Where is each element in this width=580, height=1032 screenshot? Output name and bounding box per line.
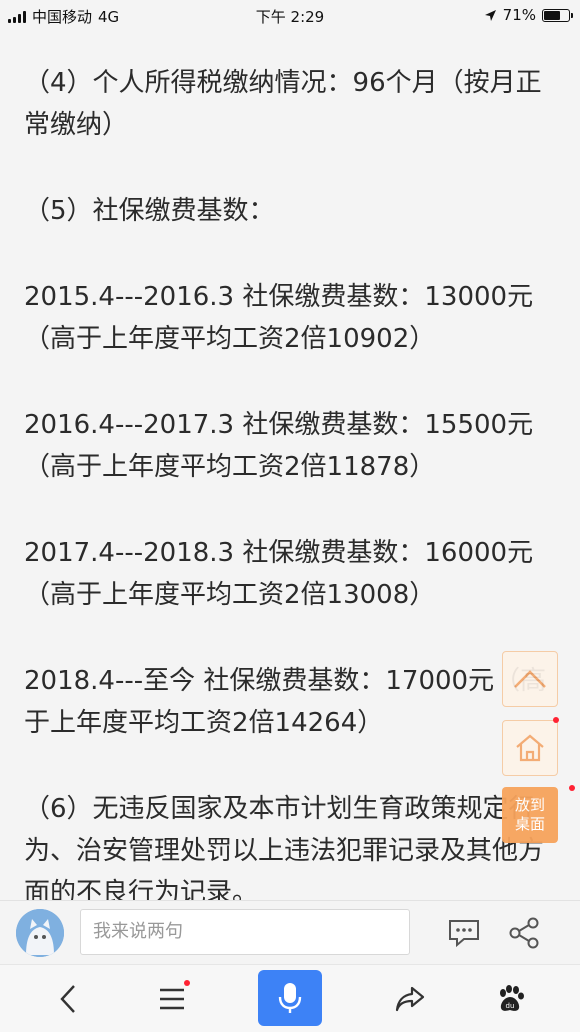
back-button[interactable] bbox=[48, 979, 88, 1019]
battery-percent: 71% bbox=[502, 6, 536, 24]
status-right: 71% bbox=[484, 6, 573, 24]
back-icon bbox=[60, 985, 75, 1013]
battery-fill bbox=[544, 10, 560, 20]
home-badge-dot bbox=[553, 717, 559, 723]
paragraph-ss-2017: 2017.4---2018.3 社保缴费基数：16000元（高于上年度平均工资2… bbox=[24, 538, 534, 610]
add-to-desktop-button[interactable]: 放到 桌面 bbox=[502, 787, 558, 843]
voice-button[interactable] bbox=[258, 970, 322, 1026]
add-to-desktop-label: 放到 桌面 bbox=[514, 796, 545, 833]
paragraph-tax: （4）个人所得税缴纳情况：96个月（按月正常缴纳） bbox=[24, 68, 542, 140]
comment-input[interactable]: 我来说两句 bbox=[80, 909, 410, 955]
comment-bar: 我来说两句 bbox=[0, 900, 580, 965]
bottom-toolbar: du bbox=[0, 964, 580, 1032]
paragraph-social-security-title: （5）社保缴费基数： bbox=[24, 196, 275, 226]
menu-badge-dot bbox=[184, 980, 190, 986]
home-icon bbox=[516, 734, 544, 762]
avatar[interactable] bbox=[16, 909, 64, 957]
paragraph-ss-2018: 2018.4---至今 社保缴费基数：17000元（高于上年度平均工资2倍142… bbox=[24, 666, 547, 738]
baidu-button[interactable]: du bbox=[490, 979, 530, 1019]
status-bar: 中国移动 4G 下午 2:29 71% bbox=[0, 0, 580, 30]
mic-icon bbox=[278, 983, 302, 1013]
forward-icon bbox=[395, 986, 425, 1012]
battery-icon bbox=[542, 8, 573, 22]
desktop-badge-dot bbox=[569, 785, 575, 791]
home-button[interactable] bbox=[502, 720, 558, 776]
chevron-up-icon bbox=[514, 670, 546, 688]
location-arrow-icon bbox=[484, 9, 496, 21]
paragraph-ss-2015: 2015.4---2016.3 社保缴费基数：13000元（高于上年度平均工资2… bbox=[24, 282, 534, 354]
back-to-top-button[interactable] bbox=[502, 651, 558, 707]
forward-share-button[interactable] bbox=[390, 979, 430, 1019]
menu-icon bbox=[160, 988, 184, 1010]
avatar-icon bbox=[16, 909, 64, 957]
paragraph-no-violation: （6）无违反国家及本市计划生育政策规定行为、治安管理处罚以上违法犯罪记录及其他方… bbox=[24, 794, 545, 908]
comment-icon bbox=[449, 920, 479, 948]
article-body: （4）个人所得税缴纳情况：96个月（按月正常缴纳） （5）社保缴费基数： 201… bbox=[24, 62, 564, 958]
comment-button[interactable] bbox=[446, 915, 482, 951]
share-button[interactable] bbox=[506, 915, 542, 951]
svg-text:du: du bbox=[506, 1002, 515, 1010]
baidu-paw-icon: du bbox=[500, 985, 524, 1011]
paragraph-ss-2016: 2016.4---2017.3 社保缴费基数：15500元（高于上年度平均工资2… bbox=[24, 410, 534, 482]
share-icon bbox=[509, 917, 539, 949]
